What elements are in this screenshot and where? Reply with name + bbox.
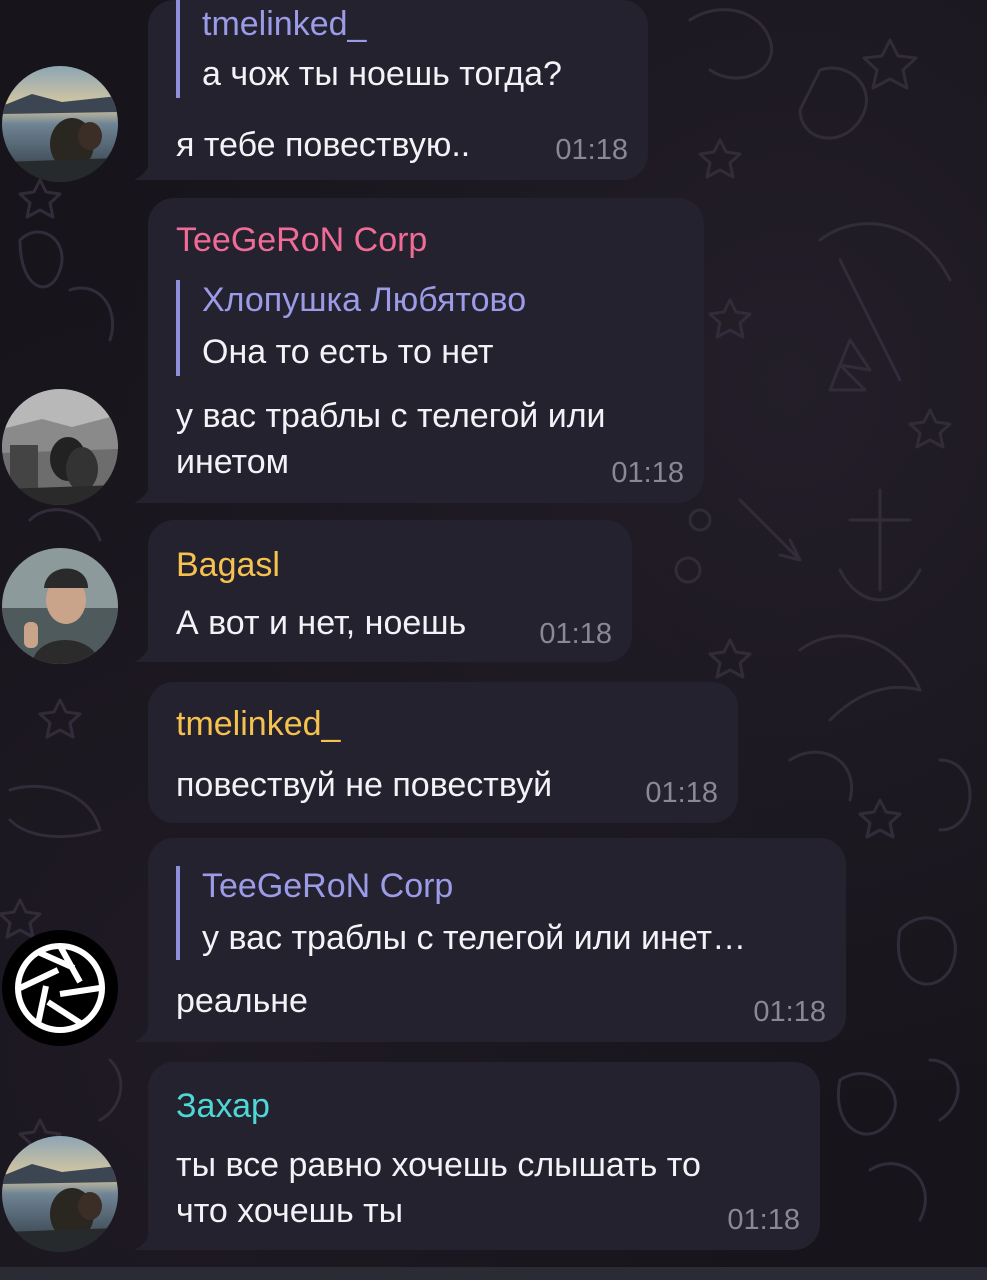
sender-name[interactable]: Bagasl xyxy=(176,545,280,585)
message-time: 01:18 xyxy=(753,996,826,1028)
sunset-couple-photo-avatar xyxy=(2,66,118,182)
sunset-couple-photo-avatar xyxy=(2,1136,118,1252)
reply-text: а чож ты ноешь тогда? xyxy=(202,55,562,93)
bubble-tail xyxy=(134,1024,150,1042)
message-text: я тебе повествую.. xyxy=(176,126,471,164)
bubble-tail xyxy=(134,644,150,662)
message-bubble[interactable]: Bagasl А вот и нет, ноешь 01:18 xyxy=(134,520,632,662)
reply-author: TeeGeRoN Corp xyxy=(202,867,454,905)
bubble-tail xyxy=(134,1232,150,1250)
message-text: реальне xyxy=(176,982,308,1020)
sender-name[interactable]: TeeGeRoN Corp xyxy=(176,220,427,260)
black-white-couple-photo-avatar xyxy=(2,389,118,505)
reply-author: Хлопушка Любятово xyxy=(202,281,527,319)
avatar[interactable] xyxy=(2,66,118,182)
message-bubble[interactable]: tmelinked_ а чож ты ноешь тогда? я тебе … xyxy=(134,0,648,180)
avatar[interactable] xyxy=(2,389,118,505)
sender-name[interactable]: tmelinked_ xyxy=(176,704,340,744)
input-bar-edge xyxy=(0,1267,987,1280)
reply-quote[interactable]: TeeGeRoN Corp у вас траблы с телегой или… xyxy=(176,866,746,960)
reply-quote[interactable]: tmelinked_ а чож ты ноешь тогда? xyxy=(176,0,562,98)
message-bubble[interactable]: TeeGeRoN Corp у вас траблы с телегой или… xyxy=(134,838,846,1042)
reply-text: у вас траблы с телегой или инет… xyxy=(202,919,747,957)
message-bubble[interactable]: tmelinked_ повествуй не повествуй 01:18 xyxy=(148,682,738,823)
message-text: А вот и нет, ноешь xyxy=(176,604,467,642)
message-time: 01:18 xyxy=(611,457,684,489)
message-text: у вас траблы с телегой или инетом xyxy=(176,397,606,481)
reply-quote[interactable]: Хлопушка Любятово Она то есть то нет xyxy=(176,280,526,376)
bubble-tail xyxy=(134,162,150,180)
reply-author: tmelinked_ xyxy=(202,5,367,43)
avatar[interactable] xyxy=(2,548,118,664)
chat-area[interactable]: tmelinked_ а чож ты ноешь тогда? я тебе … xyxy=(0,0,987,1280)
bubble-tail xyxy=(134,485,150,503)
avatar[interactable] xyxy=(2,930,118,1046)
message-bubble[interactable]: TeeGeRoN Corp Хлопушка Любятово Она то е… xyxy=(134,198,704,503)
man-in-beanie-photo-avatar xyxy=(2,548,118,664)
message-bubble[interactable]: Захар ты все равно хочешь слышать то что… xyxy=(134,1062,820,1250)
message-time: 01:18 xyxy=(555,134,628,166)
message-time: 01:18 xyxy=(645,777,718,809)
reply-text: Она то есть то нет xyxy=(202,333,494,371)
message-text: ты все равно хочешь слышать то что хочеш… xyxy=(176,1146,701,1230)
avatar[interactable] xyxy=(2,1136,118,1252)
camera-shutter-logo-avatar xyxy=(2,930,118,1046)
sender-name[interactable]: Захар xyxy=(176,1086,270,1126)
message-time: 01:18 xyxy=(727,1204,800,1236)
message-time: 01:18 xyxy=(539,618,612,650)
message-text: повествуй не повествуй xyxy=(176,766,553,804)
